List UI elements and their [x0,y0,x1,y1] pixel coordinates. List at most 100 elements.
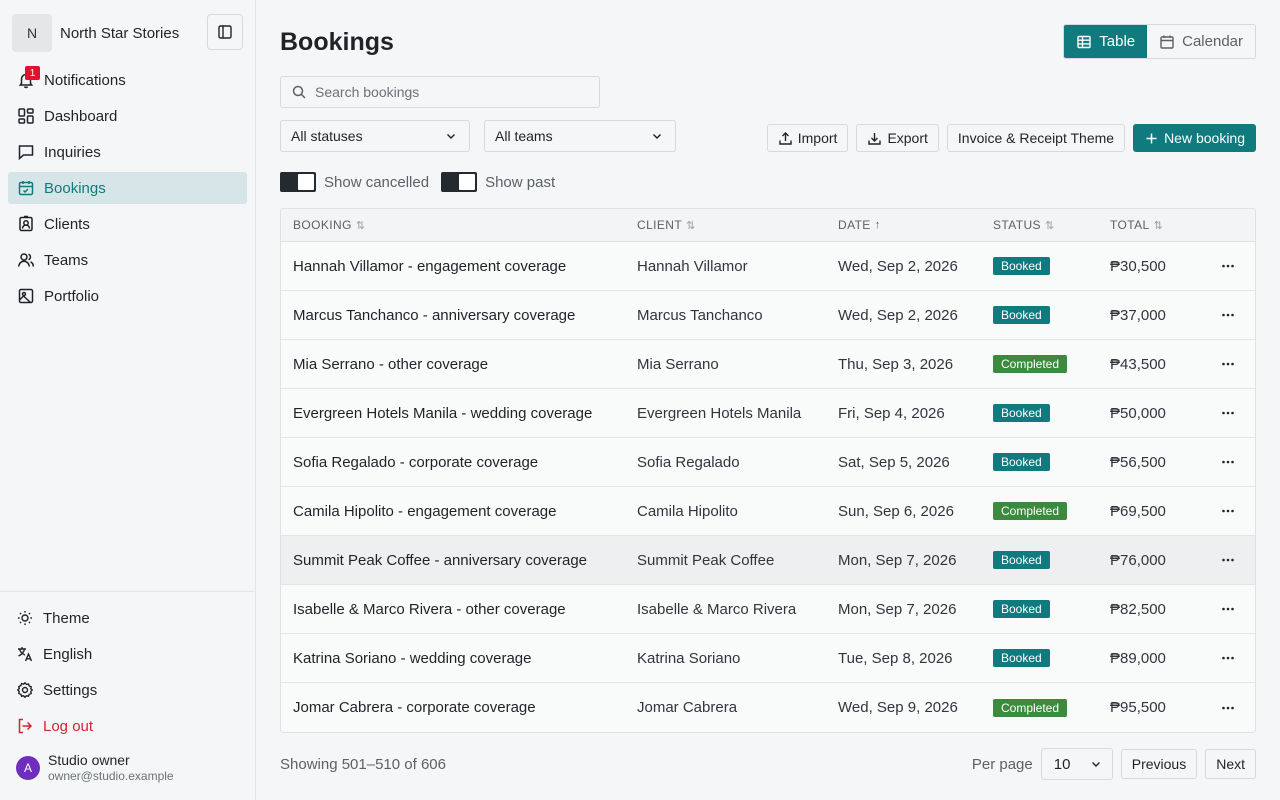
total-cell: ₱50,000 [1110,404,1166,422]
theme-label: Theme [43,609,90,627]
row-actions-button[interactable] [1208,503,1248,519]
language-button[interactable]: English [8,638,247,670]
date-cell: Wed, Sep 2, 2026 [838,257,958,275]
table-row[interactable]: Sofia Regalado - corporate coverage Sofia… [281,438,1255,487]
sidebar-item-bookings[interactable]: Bookings [8,172,247,204]
sidebar-item-teams[interactable]: Teams [8,244,247,276]
plus-icon [1146,133,1157,143]
table-row[interactable]: Evergreen Hotels Manila - wedding covera… [281,389,1255,438]
view-toggle: Table Calendar [1063,24,1256,59]
column-header-total[interactable]: TOTAL ⇅ [1110,218,1208,232]
import-button[interactable]: Import [766,124,849,152]
translate-icon [18,647,33,662]
table-row[interactable]: Marcus Tanchanco - anniversary coverage M… [281,291,1255,340]
booking-cell: Jomar Cabrera - corporate coverage [293,699,536,716]
table-row[interactable]: Hannah Villamor - engagement coverage Han… [281,242,1255,291]
search-input[interactable] [315,84,585,100]
table-row[interactable]: Isabelle & Marco Rivera - other coverage… [281,585,1255,634]
sidebar-item-inquiries[interactable]: Inquiries [8,136,247,168]
logout-button[interactable]: Log out [8,710,247,742]
row-actions-button[interactable] [1208,552,1248,568]
previous-page-button[interactable]: Previous [1120,749,1198,779]
calendar-view-button[interactable]: Calendar [1147,25,1255,58]
show-past-toggle[interactable] [441,172,478,192]
new-booking-button[interactable]: New booking [1133,124,1256,152]
export-button[interactable]: Export [856,124,939,152]
team-filter-select[interactable]: All teams [484,120,676,152]
status-filter-select[interactable]: All statuses [280,120,470,152]
client-cell: Evergreen Hotels Manila [637,404,802,422]
row-actions-button[interactable] [1208,307,1248,323]
client-cell: Sofia Regalado [637,453,740,471]
user-profile[interactable]: A Studio owner owner@studio.example [16,752,174,784]
per-page-label: Per page [971,755,1033,773]
column-header-label: STATUS [993,218,1041,232]
per-page-select[interactable]: 10 [1040,748,1113,780]
status-cell: Booked [993,551,1110,569]
toolbar-actions: Import Export Invoice & Receipt Theme Ne… [766,124,1256,152]
client-cell: Jomar Cabrera [637,699,738,716]
table-body: Hannah Villamor - engagement coverage Han… [281,242,1255,732]
column-header-label: BOOKING [293,218,352,232]
date-cell: Mon, Sep 7, 2026 [838,600,957,618]
users-icon [18,253,35,267]
invoice-theme-button[interactable]: Invoice & Receipt Theme [946,124,1126,152]
brand-avatar: N [12,14,52,52]
import-label: Import [797,130,838,146]
sidebar-item-label: Inquiries [44,143,101,161]
sidebar-bottom: Theme English Settings Log out [0,591,255,746]
booking-cell: Sofia Regalado - corporate coverage [293,453,539,471]
chevron-down-icon [1091,762,1100,767]
row-actions-button[interactable] [1208,356,1248,372]
pagination: Per page 10 Previous Next [972,748,1256,780]
settings-button[interactable]: Settings [8,674,247,706]
row-actions-button[interactable] [1208,650,1248,666]
table-row[interactable]: Summit Peak Coffee - anniversary coverag… [281,536,1255,585]
row-actions-button[interactable] [1208,454,1248,470]
brand[interactable]: N North Star Stories [12,14,179,52]
table-row[interactable]: Camila Hipolito - engagement coverage Cam… [281,487,1255,536]
sidebar-item-label: Clients [44,215,90,233]
more-horizontal-icon [1222,313,1234,317]
collapse-sidebar-button[interactable] [207,14,243,50]
show-cancelled-toggle[interactable] [280,172,316,192]
sidebar-item-portfolio[interactable]: Portfolio [8,280,247,312]
table-row[interactable]: Katrina Soriano - wedding coverage Katrin… [281,634,1255,683]
page-title: Bookings [280,28,394,56]
row-actions-button[interactable] [1208,405,1248,421]
brand-name: North Star Stories [60,24,180,42]
table-row[interactable]: Jomar Cabrera - corporate coverage Jomar … [281,683,1255,732]
column-header-date[interactable]: DATE ↑ [838,218,993,232]
table-view-button[interactable]: Table [1064,25,1148,58]
table-row[interactable]: Mia Serrano - other coverage Mia Serrano T… [281,340,1255,389]
status-cell: Completed [993,502,1110,520]
row-actions-button[interactable] [1208,258,1248,274]
message-icon [18,145,34,161]
more-horizontal-icon [1222,607,1234,611]
status-badge: Booked [993,600,1050,618]
status-cell: Booked [993,453,1110,471]
sidebar-item-label: Teams [44,251,89,269]
column-header-booking[interactable]: BOOKING ⇅ [281,218,637,232]
row-actions-button[interactable] [1208,601,1248,617]
export-label: Export [887,130,928,146]
next-page-button[interactable]: Next [1205,749,1256,779]
date-cell: Tue, Sep 8, 2026 [838,649,953,667]
sidebar-nav: 1 Notifications Dashboard Inquiries Book… [8,64,247,316]
sidebar-item-clients[interactable]: Clients [8,208,247,240]
column-header-status[interactable]: STATUS ⇅ [993,218,1110,232]
total-cell: ₱76,000 [1110,551,1166,569]
column-header-client[interactable]: CLIENT ⇅ [637,218,838,232]
booking-cell: Marcus Tanchanco - anniversary coverage [293,306,576,324]
theme-button[interactable]: Theme [8,602,247,634]
per-page-value: 10 [1053,755,1071,773]
status-cell: Booked [993,404,1110,422]
team-filter-value: All teams [495,128,553,144]
sidebar-item-dashboard[interactable]: Dashboard [8,100,247,132]
sidebar-item-notifications[interactable]: 1 Notifications [8,64,247,96]
date-cell: Wed, Sep 9, 2026 [838,699,958,716]
status-badge: Completed [993,355,1068,373]
row-actions-button[interactable] [1208,700,1248,716]
gear-icon [16,681,34,699]
avatar: A [16,756,40,780]
